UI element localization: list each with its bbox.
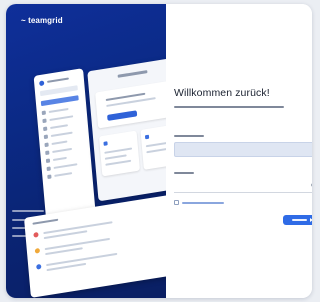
login-panel: Willkommen zurück! <box>166 4 312 298</box>
email-label <box>174 135 204 137</box>
email-field[interactable] <box>174 142 312 157</box>
login-subtitle <box>174 106 284 108</box>
password-label <box>174 172 194 174</box>
forgot-password-icon <box>174 200 179 205</box>
eye-icon[interactable] <box>311 183 312 187</box>
page-title: Willkommen zurück! <box>174 87 270 99</box>
login-card: ~ teamgrid Willkommen zurück! <box>6 4 312 298</box>
login-button[interactable] <box>283 215 312 225</box>
forgot-password-link[interactable] <box>182 202 224 204</box>
login-button-label <box>292 219 307 221</box>
logo-text: ~ teamgrid <box>21 15 63 25</box>
logo: ~ teamgrid <box>17 14 63 26</box>
password-field[interactable] <box>174 179 312 193</box>
preview-main <box>87 57 166 202</box>
arrow-right-icon <box>310 218 312 222</box>
brand-panel: ~ teamgrid <box>6 4 166 298</box>
